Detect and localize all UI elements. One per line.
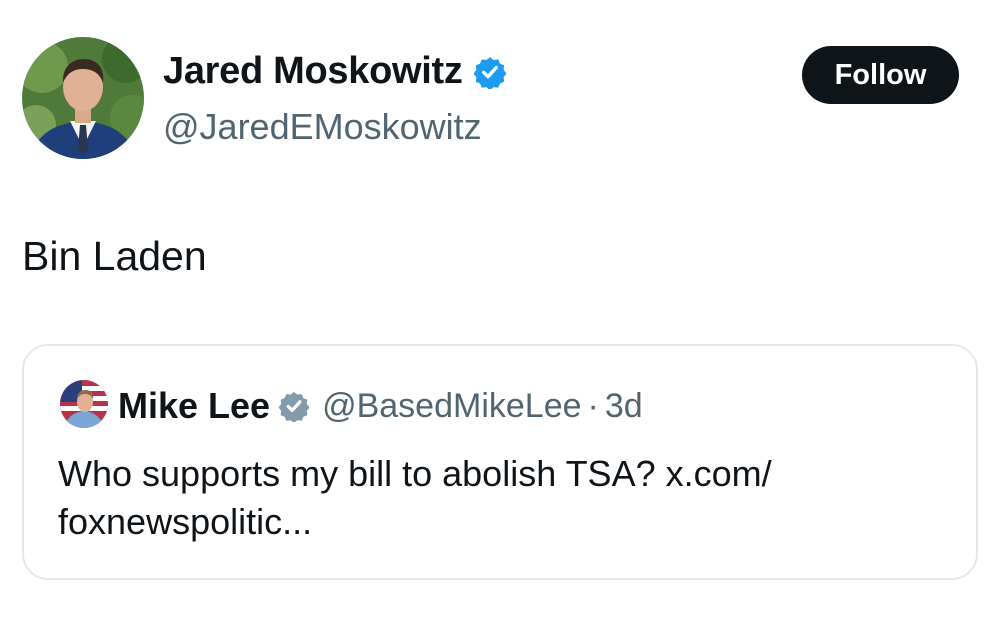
quoted-text-line[interactable]: foxnewspolitic... <box>58 498 938 546</box>
quoted-header: Mike Lee @BasedMikeLee · 3d <box>118 382 643 430</box>
verified-badge-icon[interactable] <box>473 55 507 89</box>
author-avatar[interactable] <box>22 37 144 159</box>
author-name-row[interactable]: Jared Moskowitz <box>163 50 507 93</box>
quoted-author-name[interactable]: Mike Lee <box>118 385 270 427</box>
profile-photo-icon <box>60 380 108 428</box>
quoted-author-avatar[interactable] <box>60 380 108 428</box>
quoted-post[interactable]: Mike Lee @BasedMikeLee · 3d Who supports… <box>22 344 978 580</box>
quoted-text-line: Who supports my bill to abolish TSA? x.c… <box>58 453 772 494</box>
post-text: Bin Laden <box>22 233 207 279</box>
post-card: Jared Moskowitz @JaredEMoskowitz Follow … <box>0 0 1000 640</box>
quoted-timestamp[interactable]: 3d <box>605 387 643 426</box>
author-name[interactable]: Jared Moskowitz <box>163 50 463 93</box>
quoted-author-handle[interactable]: @BasedMikeLee <box>322 387 581 426</box>
profile-photo-icon <box>22 37 144 159</box>
author-handle[interactable]: @JaredEMoskowitz <box>163 106 482 148</box>
separator-dot: · <box>587 386 599 425</box>
follow-button[interactable]: Follow <box>802 46 959 104</box>
quoted-text: Who supports my bill to abolish TSA? x.c… <box>58 450 938 546</box>
verified-badge-icon[interactable] <box>278 390 310 422</box>
